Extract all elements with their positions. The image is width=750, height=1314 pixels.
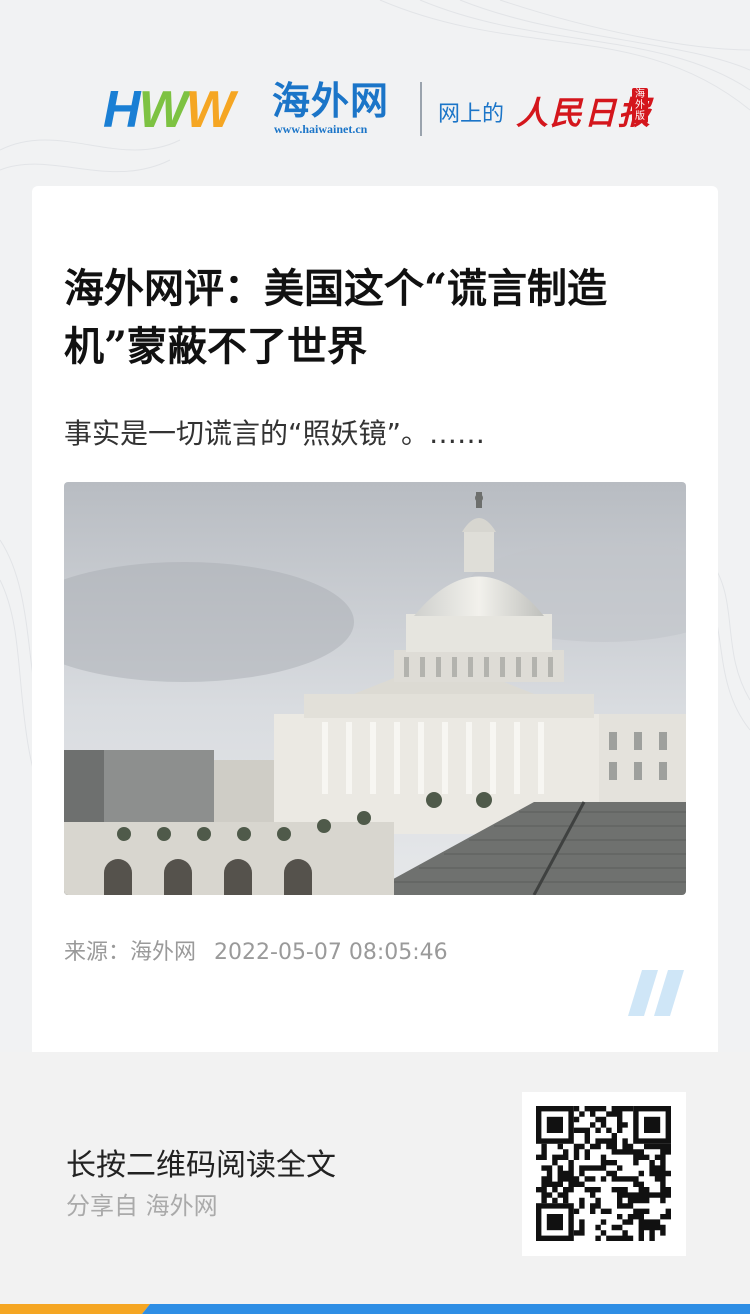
- double-slash-quote-icon: [628, 970, 684, 1016]
- article-summary: 事实是一切谎言的“照妖镜”。……: [64, 417, 486, 450]
- article-datetime: 2022-05-07 08:05:46: [214, 940, 448, 965]
- bottom-accent-stripe: [0, 1304, 750, 1314]
- article-meta: 来源：海外网 2022-05-07 08:05:46: [64, 934, 448, 966]
- logo-url: www.haiwainet.cn: [274, 122, 368, 136]
- overseas-badge-char: 海: [635, 89, 645, 100]
- shared-from-label: 分享自 海外网: [66, 1192, 218, 1220]
- overseas-edition-badge: 海外版: [632, 88, 648, 123]
- qr-finder-pattern: [536, 1106, 574, 1144]
- article-source: 来源：海外网: [64, 940, 197, 965]
- overseas-badge-char: 版: [635, 111, 645, 122]
- article-card[interactable]: 海外网评：美国这个“谎言制造机”蒙蔽不了世界 事实是一切谎言的“照妖镜”。……: [32, 186, 718, 1052]
- scan-qr-prompt: 长按二维码阅读全文: [66, 1148, 336, 1183]
- article-title: 海外网评：美国这个“谎言制造机”蒙蔽不了世界: [64, 265, 608, 370]
- overseas-badge-char: 外: [635, 100, 645, 111]
- online-label: 网上的: [438, 102, 505, 127]
- hww-logo: HWW: [103, 81, 235, 139]
- qr-code[interactable]: [522, 1092, 686, 1256]
- qr-finder-pattern: [633, 1106, 672, 1144]
- logo-divider: [420, 82, 422, 136]
- article-photo-capitol: [64, 482, 686, 895]
- qr-finder-pattern: [536, 1203, 574, 1242]
- share-footer: 长按二维码阅读全文 分享自 海外网: [0, 1052, 750, 1314]
- site-header: HWW 海外网 www.haiwainet.cn 网上的 人民日报 海外版: [0, 78, 750, 138]
- logo-chinese-name: 海外网: [272, 79, 390, 123]
